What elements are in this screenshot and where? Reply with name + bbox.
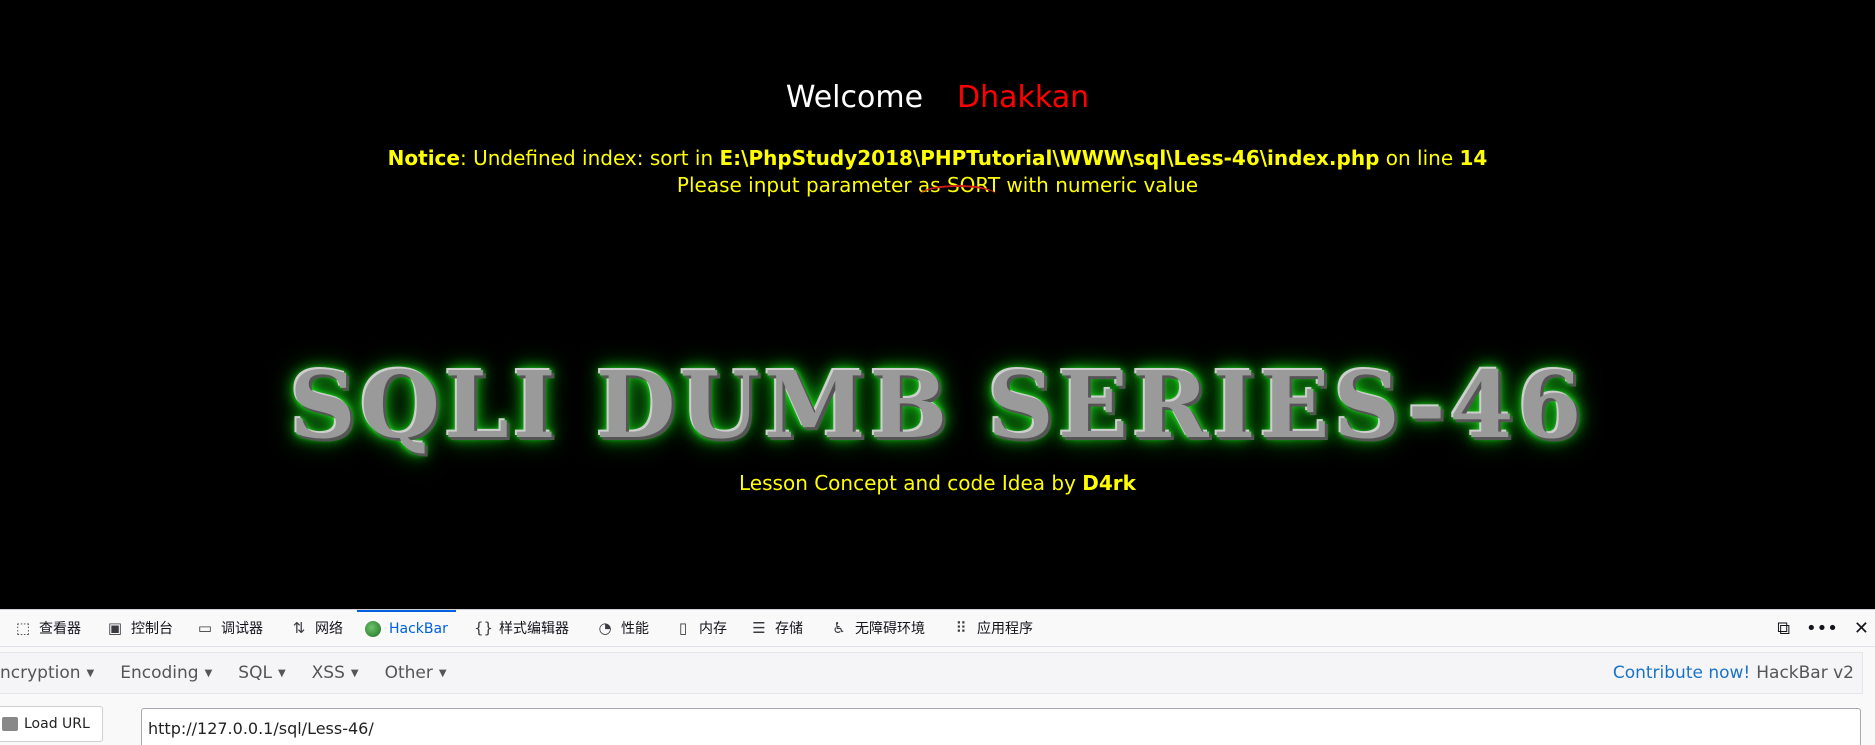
tab-label: 内存 [699, 621, 727, 637]
application-icon: ⠿ [955, 619, 967, 637]
caret-down-icon: ▼ [438, 667, 447, 679]
tab-hackbar[interactable]: HackBar [357, 610, 456, 646]
notice-on-line: on line [1379, 146, 1460, 170]
menu-sql[interactable]: SQL ▼ [238, 663, 285, 683]
menu-other[interactable]: Other ▼ [385, 663, 447, 683]
menu-label: XSS [311, 663, 345, 683]
more-options-icon[interactable]: ••• [1806, 618, 1838, 639]
tab-application[interactable]: ⠿ 应用程序 [952, 610, 1034, 646]
welcome-heading: Welcome Dhakkan [0, 78, 1875, 118]
page-content: Welcome Dhakkan Notice: Undefined index: … [0, 0, 1875, 609]
tab-label: 调试器 [221, 621, 263, 637]
tab-style-editor[interactable]: {} 样式编辑器 [474, 610, 569, 646]
tab-label: 应用程序 [977, 621, 1033, 637]
caret-down-icon: ▼ [350, 667, 359, 679]
sort-underline-annotation [920, 185, 996, 205]
hackbar-menu-bar: ncryption ▼ Encoding ▼ SQL ▼ XSS ▼ Other ▼ Co… [0, 652, 1863, 694]
tab-debugger[interactable]: ▭ 调试器 [196, 610, 263, 646]
php-notice: Notice: Undefined index: sort in E:\PhpS… [0, 144, 1875, 172]
notice-path: E:\PhpStudy2018\PHPTutorial\WWW\sql\Less… [719, 146, 1380, 170]
notice-label: Notice [387, 146, 460, 170]
tab-performance[interactable]: ◔ 性能 [596, 610, 649, 646]
inspector-icon: ⬚ [15, 619, 31, 637]
debugger-icon: ▭ [197, 619, 213, 637]
load-url-button[interactable]: Load URL [0, 706, 103, 742]
hackbar-info: Contribute now! HackBar v2 [1613, 653, 1854, 693]
tab-network[interactable]: ⇅ 网络 [290, 610, 343, 646]
devtools-toolbar-right: ⧉ ••• ✕ [1777, 610, 1869, 646]
notice-text: : Undefined index: sort in [459, 146, 720, 170]
caret-down-icon: ▼ [204, 667, 213, 679]
tab-storage[interactable]: ☰ 存储 [750, 610, 803, 646]
menu-label: Encoding [120, 663, 199, 683]
performance-icon: ◔ [598, 619, 612, 637]
responsive-design-icon[interactable]: ⧉ [1777, 618, 1790, 639]
close-icon[interactable]: ✕ [1854, 618, 1869, 639]
url-input[interactable] [141, 708, 1861, 745]
menu-label: SQL [238, 663, 272, 683]
accessibility-icon: ♿ [832, 619, 846, 637]
caret-down-icon: ▼ [86, 667, 95, 679]
menu-label: ncryption [0, 663, 81, 683]
tab-accessibility[interactable]: ♿ 无障碍环境 [830, 610, 925, 646]
tab-memory[interactable]: ▯ 内存 [674, 610, 727, 646]
user-name: Dhakkan [957, 80, 1090, 115]
tab-label: 性能 [621, 621, 649, 637]
contribute-link[interactable]: Contribute now! [1613, 663, 1750, 683]
tab-label: 查看器 [39, 621, 81, 637]
devtools-panel: ⬚ 查看器 ▣ 控制台 ▭ 调试器 ⇅ 网络 HackBar {} 样式编辑器 [0, 609, 1875, 745]
menu-label: Other [384, 663, 433, 683]
hackbar-icon [365, 621, 381, 637]
load-url-label: Load URL [24, 716, 90, 732]
lesson-credit: Lesson Concept and code Idea by D4rk [0, 469, 1875, 497]
credit-prefix: Lesson Concept and code Idea by [739, 471, 1083, 495]
menu-encoding[interactable]: Encoding ▼ [120, 663, 212, 683]
tab-label: 控制台 [131, 621, 173, 637]
browser-window: Welcome Dhakkan Notice: Undefined index: … [0, 0, 1875, 745]
tab-label: HackBar [389, 621, 448, 637]
storage-icon: ☰ [752, 619, 766, 637]
tab-console[interactable]: ▣ 控制台 [106, 610, 173, 646]
notice-line-number: 14 [1459, 146, 1488, 170]
tab-label: 样式编辑器 [499, 621, 569, 637]
load-url-icon [2, 717, 18, 731]
tab-label: 无障碍环境 [855, 621, 925, 637]
lesson-banner: SQLI DUMB SERIES-46 [289, 351, 1586, 459]
console-icon: ▣ [107, 619, 123, 637]
tab-label: 网络 [315, 621, 343, 637]
welcome-text: Welcome [785, 80, 924, 115]
network-icon: ⇅ [292, 619, 306, 637]
menu-encryption[interactable]: ncryption ▼ [0, 663, 94, 683]
caret-down-icon: ▼ [277, 667, 286, 679]
devtools-tab-bar: ⬚ 查看器 ▣ 控制台 ▭ 调试器 ⇅ 网络 HackBar {} 样式编辑器 [0, 610, 1875, 647]
tab-label: 存储 [775, 621, 803, 637]
hackbar-version: HackBar v2 [1756, 663, 1854, 683]
credit-author: D4rk [1082, 471, 1136, 495]
memory-icon: ▯ [678, 619, 688, 637]
style-editor-icon: {} [474, 619, 494, 637]
tab-inspector[interactable]: ⬚ 查看器 [14, 610, 81, 646]
menu-xss[interactable]: XSS ▼ [312, 663, 359, 683]
